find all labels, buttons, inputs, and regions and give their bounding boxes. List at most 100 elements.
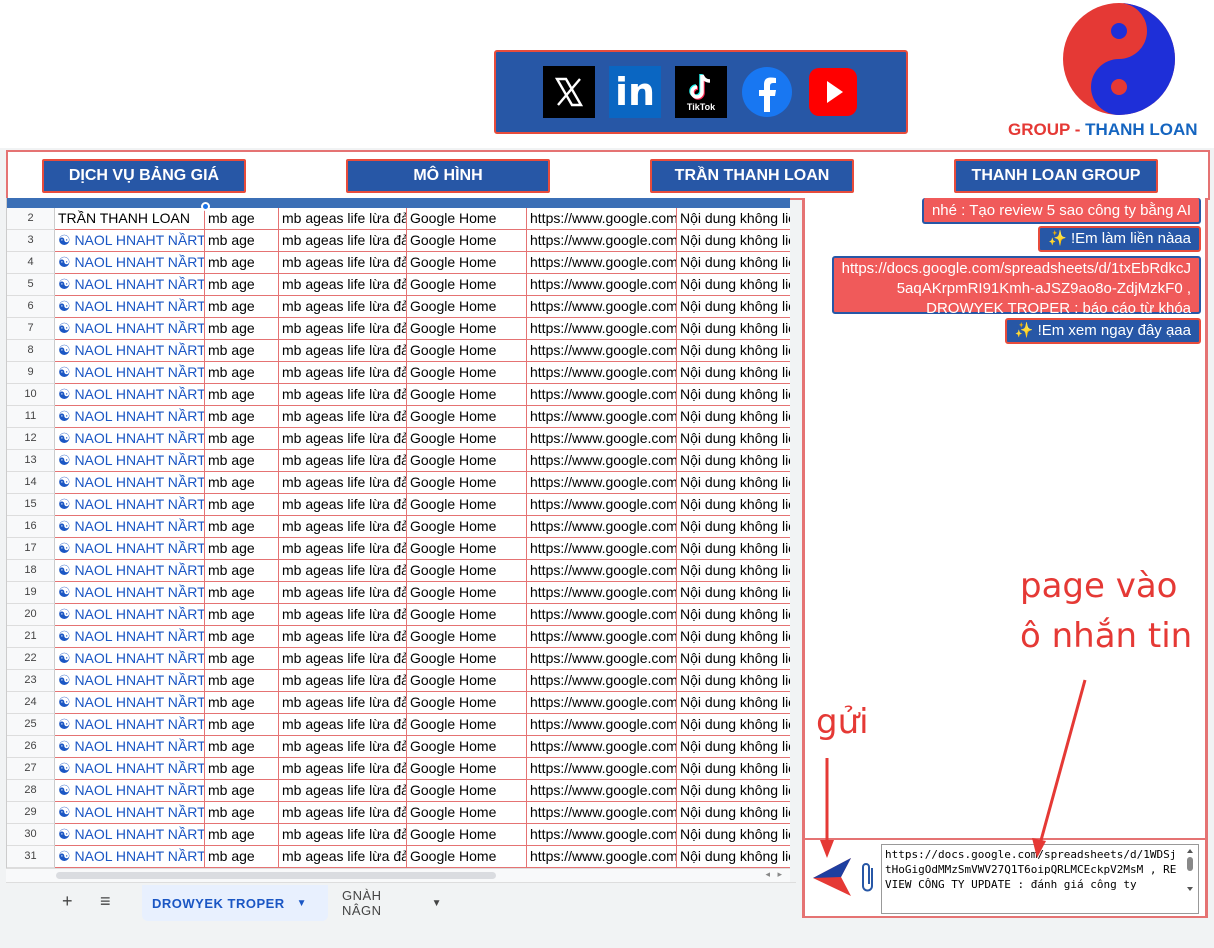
cell-source[interactable]: Google Home [407,758,527,780]
cell-keyword[interactable]: mb ageas life lừa đảo [279,362,407,384]
cell-content[interactable]: Nội dung không liên [677,648,790,670]
cell-content[interactable]: Nội dung không liên [677,538,790,560]
cell-source[interactable]: Google Home [407,736,527,758]
cell-source[interactable]: Google Home [407,846,527,868]
cell-account[interactable]: mb age [205,274,279,296]
table-row[interactable]: 22 ☯ NAOL HNAHT NẦRT mb age mb ageas life l… [7,648,790,670]
cell-content[interactable]: Nội dung không liên [677,230,790,252]
cell-content[interactable]: Nội dung không liên [677,340,790,362]
table-row[interactable]: 11 ☯ NAOL HNAHT NẦRT mb age mb ageas life l… [7,406,790,428]
cell-name[interactable]: ☯ NAOL HNAHT NẦRT [55,406,205,428]
tab-report-keyword[interactable]: DROWYEK TROPER ▼ [142,885,328,921]
cell-account[interactable]: mb age [205,714,279,736]
nav-model-button[interactable]: MÔ HÌNH [346,159,550,193]
cell-link[interactable]: https://www.google.com [527,208,677,230]
cell-source[interactable]: Google Home [407,604,527,626]
table-row[interactable]: 9 ☯ NAOL HNAHT NẦRT mb age mb ageas life lừ… [7,362,790,384]
table-row[interactable]: 29 ☯ NAOL HNAHT NẦRT mb age mb ageas life l… [7,802,790,824]
cell-source[interactable]: Google Home [407,384,527,406]
cell-source[interactable]: Google Home [407,560,527,582]
cell-link[interactable]: https://www.google.com [527,472,677,494]
cell-name[interactable]: TRẦN THANH LOAN [55,208,205,230]
cell-name[interactable]: ☯ NAOL HNAHT NẦRT [55,736,205,758]
cell-source[interactable]: Google Home [407,714,527,736]
cell-source[interactable]: Google Home [407,648,527,670]
cell-content[interactable]: Nội dung không liên [677,824,790,846]
cell-keyword[interactable]: mb ageas life lừa đảo [279,582,407,604]
cell-source[interactable]: Google Home [407,516,527,538]
cell-account[interactable]: mb age [205,560,279,582]
cell-source[interactable]: Google Home [407,252,527,274]
cell-link[interactable]: https://www.google.com [527,230,677,252]
nav-tran-thanh-loan-button[interactable]: TRẦN THANH LOAN [650,159,854,193]
cell-account[interactable]: mb age [205,318,279,340]
scroll-left-icon[interactable]: ◂ [765,869,770,880]
cell-link[interactable]: https://www.google.com [527,494,677,516]
cell-account[interactable]: mb age [205,340,279,362]
cell-name[interactable]: ☯ NAOL HNAHT NẦRT [55,692,205,714]
cell-link[interactable]: https://www.google.com [527,560,677,582]
cell-keyword[interactable]: mb ageas life lừa đảo [279,692,407,714]
cell-content[interactable]: Nội dung không liên [677,362,790,384]
cell-account[interactable]: mb age [205,296,279,318]
cell-source[interactable]: Google Home [407,780,527,802]
cell-link[interactable]: https://www.google.com [527,626,677,648]
cell-name[interactable]: ☯ NAOL HNAHT NẦRT [55,758,205,780]
cell-name[interactable]: ☯ NAOL HNAHT NẦRT [55,516,205,538]
cell-name[interactable]: ☯ NAOL HNAHT NẦRT [55,780,205,802]
cell-link[interactable]: https://www.google.com [527,428,677,450]
cell-link[interactable]: https://www.google.com [527,340,677,362]
cell-keyword[interactable]: mb ageas life lừa đảo [279,230,407,252]
cell-content[interactable]: Nội dung không liên [677,252,790,274]
cell-link[interactable]: https://www.google.com [527,736,677,758]
send-icon[interactable] [811,856,853,898]
cell-link[interactable]: https://www.google.com [527,604,677,626]
horizontal-scrollbar[interactable]: ◂ ▸ [6,868,790,882]
cell-source[interactable]: Google Home [407,428,527,450]
youtube-icon[interactable] [807,66,859,118]
tiktok-icon[interactable]: TikTok [675,66,727,118]
cell-name[interactable]: ☯ NAOL HNAHT NẦRT [55,252,205,274]
cell-account[interactable]: mb age [205,846,279,868]
cell-content[interactable]: Nội dung không liên [677,428,790,450]
table-row[interactable]: 7 ☯ NAOL HNAHT NẦRT mb age mb ageas life lừ… [7,318,790,340]
cell-account[interactable]: mb age [205,604,279,626]
cell-account[interactable]: mb age [205,406,279,428]
cell-content[interactable]: Nội dung không liên [677,450,790,472]
cell-link[interactable]: https://www.google.com [527,648,677,670]
cell-keyword[interactable]: mb ageas life lừa đảo [279,626,407,648]
cell-keyword[interactable]: mb ageas life lừa đảo [279,670,407,692]
cell-keyword[interactable]: mb ageas life lừa đảo [279,604,407,626]
cell-keyword[interactable]: mb ageas life lừa đảo [279,780,407,802]
table-row[interactable]: 16 ☯ NAOL HNAHT NẦRT mb age mb ageas life l… [7,516,790,538]
cell-name[interactable]: ☯ NAOL HNAHT NẦRT [55,230,205,252]
cell-link[interactable]: https://www.google.com [527,670,677,692]
linkedin-icon[interactable]: in [609,66,661,118]
cell-source[interactable]: Google Home [407,472,527,494]
cell-account[interactable]: mb age [205,670,279,692]
cell-account[interactable]: mb age [205,230,279,252]
cell-content[interactable]: Nội dung không liên [677,274,790,296]
cell-keyword[interactable]: mb ageas life lừa đảo [279,736,407,758]
x-icon[interactable] [543,66,595,118]
table-row[interactable]: 2 TRẦN THANH LOAN mb age mb ageas life l… [7,208,790,230]
cell-keyword[interactable]: mb ageas life lừa đảo [279,714,407,736]
cell-link[interactable]: https://www.google.com [527,758,677,780]
cell-name[interactable]: ☯ NAOL HNAHT NẦRT [55,318,205,340]
cell-keyword[interactable]: mb ageas life lừa đảo [279,494,407,516]
cell-content[interactable]: Nội dung không liên [677,670,790,692]
cell-account[interactable]: mb age [205,450,279,472]
chevron-down-icon[interactable]: ▼ [297,898,307,909]
cell-account[interactable]: mb age [205,648,279,670]
cell-content[interactable]: Nội dung không liên [677,296,790,318]
cell-name[interactable]: ☯ NAOL HNAHT NẦRT [55,428,205,450]
cell-keyword[interactable]: mb ageas life lừa đảo [279,538,407,560]
cell-name[interactable]: ☯ NAOL HNAHT NẦRT [55,362,205,384]
cell-content[interactable]: Nội dung không liên [677,758,790,780]
cell-keyword[interactable]: mb ageas life lừa đảo [279,824,407,846]
cell-name[interactable]: ☯ NAOL HNAHT NẦRT [55,538,205,560]
cell-keyword[interactable]: mb ageas life lừa đảo [279,560,407,582]
cell-content[interactable]: Nội dung không liên [677,626,790,648]
cell-link[interactable]: https://www.google.com [527,582,677,604]
table-row[interactable]: 24 ☯ NAOL HNAHT NẦRT mb age mb ageas life l… [7,692,790,714]
